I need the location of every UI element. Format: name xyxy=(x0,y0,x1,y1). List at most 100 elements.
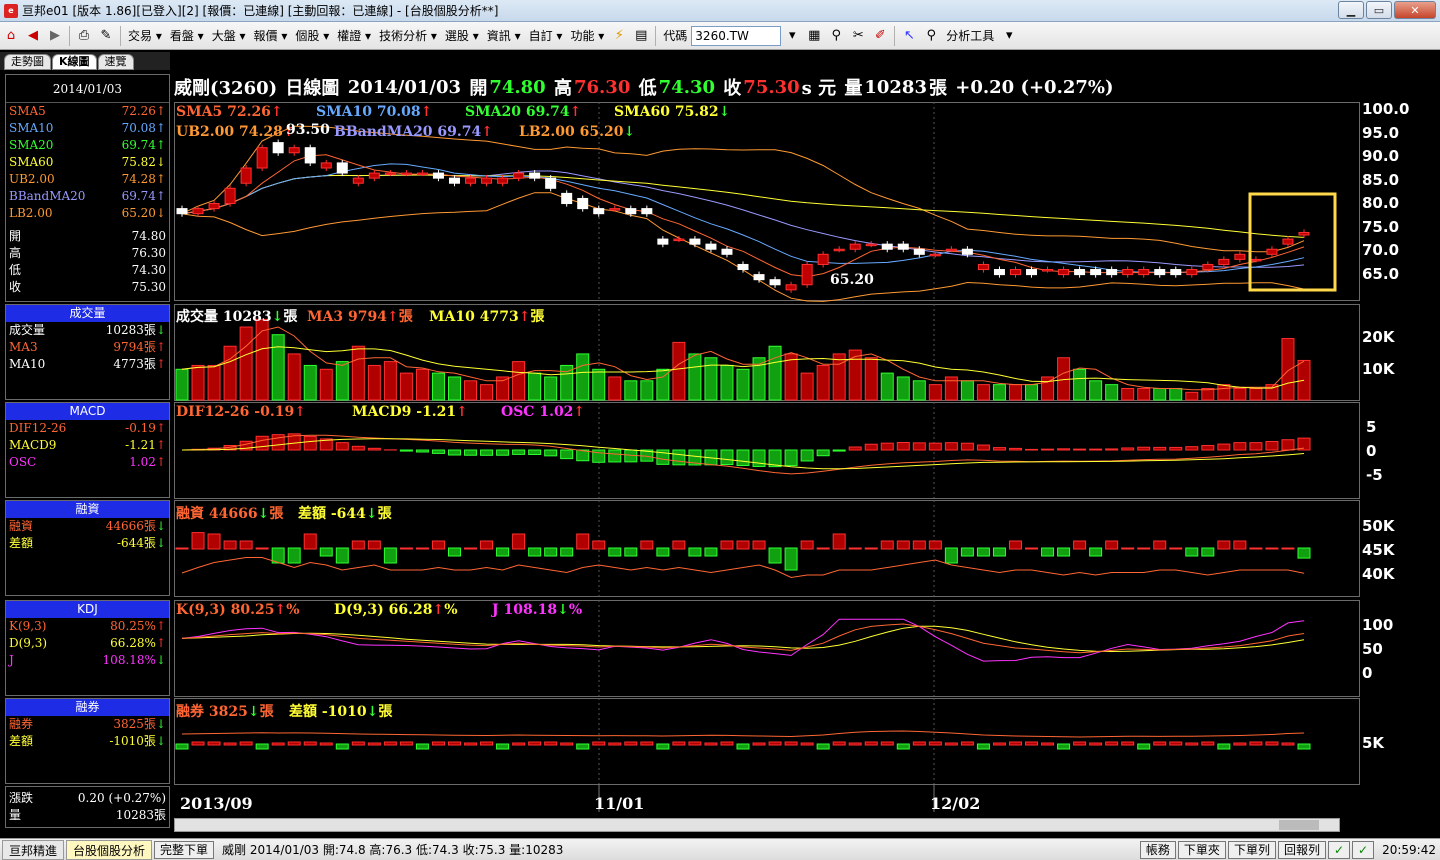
tab-overview[interactable]: 速覽 xyxy=(97,54,134,70)
margin-bar xyxy=(512,533,526,550)
volume-bar xyxy=(672,341,686,401)
margin-bar xyxy=(592,540,606,550)
short-bar xyxy=(880,741,894,746)
candle-body xyxy=(865,243,877,247)
toolbar-divider xyxy=(655,25,657,46)
side-row-bottom: 漲跌 0.20 (+0.27%) xyxy=(6,790,169,807)
kdj-legend: J 108.18↓% xyxy=(492,602,583,618)
order-window-button[interactable]: 下單夾 xyxy=(1177,840,1226,859)
trend-arrow-icon: ↑ xyxy=(155,636,166,650)
menu-10[interactable]: 功能 ▾ xyxy=(566,27,608,44)
menu-2[interactable]: 大盤 ▾ xyxy=(208,27,250,44)
tab-bottom-1[interactable]: 亘邦精進 xyxy=(2,839,65,860)
menu-8[interactable]: 資訊 ▾ xyxy=(483,27,525,44)
volume-bar xyxy=(464,380,478,401)
minimize-button[interactable]: ▁ xyxy=(1338,1,1364,19)
order-list-button[interactable]: 下單列 xyxy=(1227,840,1276,859)
trend-arrow-icon: ↑ xyxy=(573,404,586,420)
menu-9[interactable]: 自訂 ▾ xyxy=(525,27,567,44)
menu-3[interactable]: 報價 ▾ xyxy=(250,27,292,44)
menu-0[interactable]: 交易 ▾ xyxy=(124,27,166,44)
check-icon[interactable]: ✓ xyxy=(1327,840,1351,859)
volume-bar xyxy=(832,353,846,401)
check-icon[interactable]: ✓ xyxy=(1352,840,1375,859)
app-logo-icon: e xyxy=(4,3,18,18)
zoom-icon[interactable]: ⚲ xyxy=(922,27,940,45)
margin-bar xyxy=(576,533,590,550)
side-value: 9794張↑ xyxy=(113,340,166,354)
back-icon[interactable]: ◀ xyxy=(24,27,42,45)
short-legend: 差額 -1010↓張 xyxy=(289,704,393,720)
menu-4[interactable]: 個股 ▾ xyxy=(291,27,333,44)
candle-body xyxy=(432,172,444,179)
trend-arrow-icon: ↓ xyxy=(557,602,569,618)
chart-horizontal-scrollbar[interactable] xyxy=(174,818,1340,832)
home-icon[interactable]: ⌂ xyxy=(2,27,20,45)
menu-6[interactable]: 技術分析 ▾ xyxy=(375,27,441,44)
side-row-margin: 差額 -644張↓ xyxy=(6,535,169,552)
forward-icon[interactable]: ▶ xyxy=(46,27,64,45)
pointer-icon[interactable]: ↖ xyxy=(900,27,918,45)
osc-bar xyxy=(1121,447,1135,451)
tab-kline[interactable]: K線圖 xyxy=(52,54,97,70)
report-list-button[interactable]: 回報列 xyxy=(1277,840,1326,859)
side-row-macd: MACD9 -1.21↑ xyxy=(6,437,169,454)
margin-legend: 融資 44666↓張 xyxy=(176,506,284,522)
note-icon[interactable]: ▤ xyxy=(632,27,650,45)
main-toolbar: ⌂ ◀ ▶ ⎙ ✎ 交易 ▾ 看盤 ▾ 大盤 ▾ 報價 ▾ 個股 ▾ 權證 ▾ 技術分析 ▾… xyxy=(0,22,1440,50)
volume-bar xyxy=(1297,359,1311,401)
menu-5[interactable]: 權證 ▾ xyxy=(333,27,375,44)
side-macd-title: MACD xyxy=(6,403,169,420)
side-label: 高 xyxy=(9,246,22,260)
flash-icon[interactable]: ⚡ xyxy=(610,27,628,45)
volume-bar xyxy=(544,376,558,401)
quote-icon[interactable]: ▦ xyxy=(805,27,823,45)
short-bar xyxy=(672,741,686,746)
chart-area[interactable]: 威剛(3260) 日線圖 2014/01/03 開 74.80 高 76.30 … xyxy=(174,72,1409,818)
short-bar xyxy=(1281,742,1295,746)
full-order-button[interactable]: 完整下單 xyxy=(154,840,215,859)
candle-body xyxy=(352,177,364,184)
side-date: 2014/01/03 xyxy=(6,75,169,103)
menu-7[interactable]: 選股 ▾ xyxy=(441,27,483,44)
price-axis-label: 65.0 xyxy=(1362,264,1400,283)
side-label: SMA60 xyxy=(9,155,54,169)
short-bar xyxy=(1153,741,1167,746)
margin-axis-label: 40K xyxy=(1362,565,1395,583)
edit-icon[interactable]: ✎ xyxy=(97,27,115,45)
stock-code-input[interactable] xyxy=(691,25,782,46)
short-bar xyxy=(175,743,189,750)
print-icon[interactable]: ⎙ xyxy=(75,27,93,45)
scroll-thumb[interactable] xyxy=(1279,820,1319,830)
margin-bar xyxy=(960,547,974,557)
volume-bar xyxy=(704,357,718,401)
candle-body xyxy=(448,177,460,184)
tab-trend[interactable]: 走勢圖 xyxy=(4,54,51,70)
margin-bar xyxy=(303,533,317,550)
candle-body xyxy=(320,162,332,169)
macd-legend: OSC 1.02↑ xyxy=(501,404,586,420)
account-button[interactable]: 帳務 xyxy=(1139,840,1176,859)
trend-arrow-icon: ↓ xyxy=(623,124,636,140)
maximize-button[interactable]: ▭ xyxy=(1366,1,1392,19)
candle-body xyxy=(977,263,989,271)
short-bar xyxy=(832,741,846,746)
tab-bottom-2[interactable]: 台股個股分析 xyxy=(66,839,153,860)
margin-line xyxy=(181,557,1305,579)
short-bar xyxy=(592,741,606,746)
close-button[interactable]: ✕ xyxy=(1394,1,1436,19)
volume-bar xyxy=(367,364,381,401)
analysis-tool-menu[interactable]: 分析工具 xyxy=(942,27,998,44)
menu-1[interactable]: 看盤 ▾ xyxy=(166,27,208,44)
short-bar xyxy=(367,742,381,746)
candle-body xyxy=(1218,258,1230,265)
margin-bar xyxy=(608,547,622,557)
search-icon[interactable]: ⚲ xyxy=(827,27,845,45)
margin-bar xyxy=(464,547,478,550)
side-label: LB2.00 xyxy=(9,206,53,220)
draw-icon[interactable]: ✐ xyxy=(871,27,889,45)
tools-icon[interactable]: ✂ xyxy=(849,27,867,45)
dropdown-arrow-icon[interactable]: ▾ xyxy=(783,27,801,45)
short-bar xyxy=(1249,741,1263,746)
margin-bar xyxy=(207,533,221,550)
